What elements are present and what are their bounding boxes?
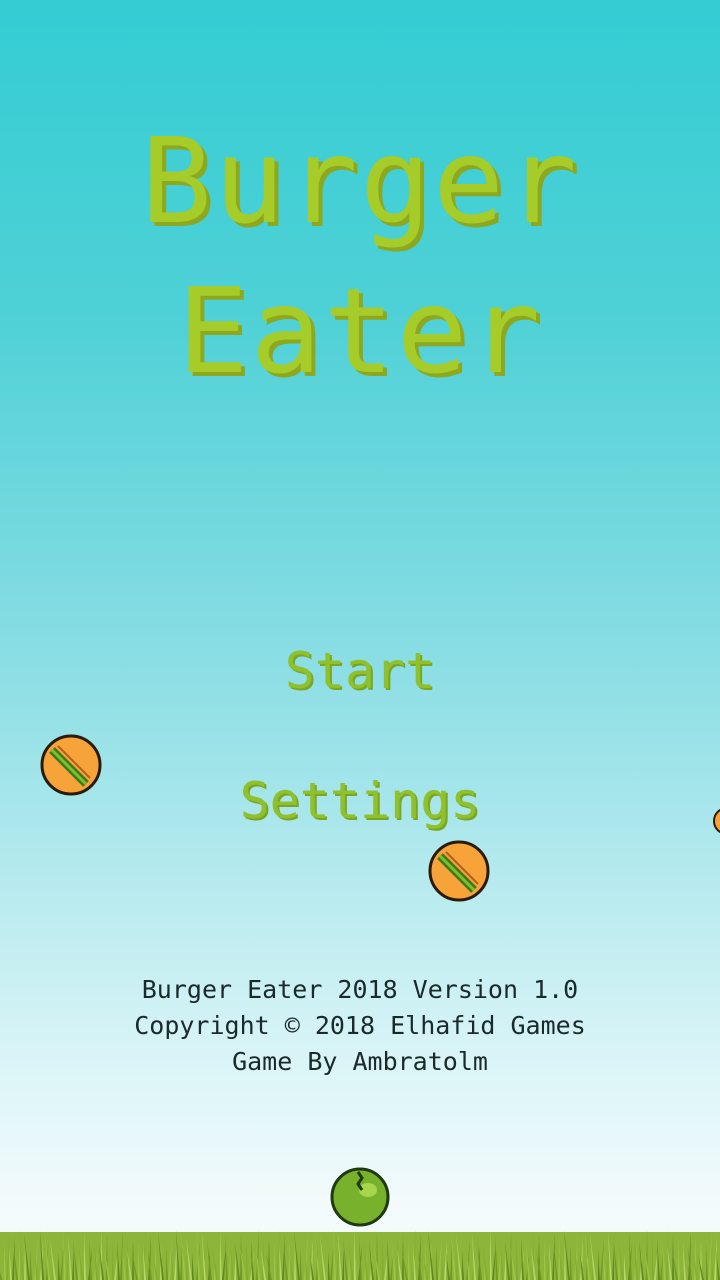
- game-title-line-2: Eater: [177, 262, 543, 400]
- credits-line-author: Game By Ambratolm: [232, 1047, 488, 1076]
- burger-icon: [40, 734, 102, 796]
- grass-ground: [0, 1229, 720, 1280]
- credits-line-version: Burger Eater 2018 Version 1.0: [141, 975, 579, 1004]
- settings-button[interactable]: Settings: [0, 776, 720, 826]
- game-title-line-1: Burger: [140, 112, 580, 250]
- burger-icon: [428, 840, 490, 902]
- burger-icon: [713, 808, 720, 834]
- credits-text: Burger Eater 2018 Version 1.0 Copyright …: [0, 972, 720, 1080]
- game-screen: Burger Eater Start Settings Burger Eater…: [0, 0, 720, 1280]
- start-button[interactable]: Start: [0, 646, 720, 696]
- credits-line-copyright: Copyright © 2018 Elhafid Games: [134, 1011, 586, 1040]
